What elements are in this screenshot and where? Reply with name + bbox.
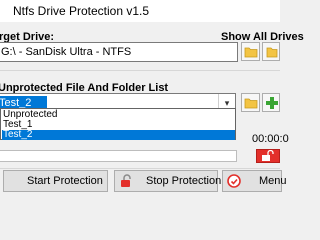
dropdown-option-test-1[interactable]: Test_1: [2, 120, 235, 130]
open-folder-button[interactable]: [241, 42, 260, 61]
add-item-button[interactable]: [262, 93, 280, 112]
progress-bar: [0, 150, 237, 162]
plus-icon: [266, 97, 278, 109]
dropdown-option-unprotected[interactable]: Unprotected: [2, 110, 235, 120]
lock-status-button[interactable]: [256, 149, 280, 163]
refresh-icon: [266, 47, 278, 58]
menu-button[interactable]: Menu: [222, 170, 287, 192]
timer-display: 00:00:0: [252, 133, 289, 145]
window-title: Ntfs Drive Protection v1.5: [13, 4, 150, 18]
target-drive-select[interactable]: G:\ - SanDisk Ultra - NTFS: [0, 42, 238, 62]
chevron-down-icon[interactable]: ▾: [218, 94, 235, 109]
unprotected-dropdown-list: Unprotected Test_1 Test_2: [0, 108, 236, 140]
browse-folder-button[interactable]: [241, 93, 260, 112]
dropdown-option-test-2[interactable]: Test_2: [2, 130, 235, 140]
start-protection-label: Start Protection: [27, 175, 103, 187]
unlock-icon: [262, 150, 274, 161]
divider: [0, 168, 280, 169]
start-protection-button[interactable]: Start Protection: [3, 170, 108, 192]
refresh-button[interactable]: [262, 42, 280, 61]
divider: [0, 70, 280, 71]
title-bar: Ntfs Drive Protection v1.5: [0, 0, 280, 22]
menu-icon: [227, 174, 241, 188]
folder-icon: [244, 47, 258, 58]
stop-protection-button[interactable]: Stop Protection: [114, 170, 222, 192]
menu-label: Menu: [259, 175, 287, 187]
target-drive-value: G:\ - SanDisk Ultra - NTFS: [1, 46, 132, 58]
stop-protection-label: Stop Protection: [146, 175, 222, 187]
unlock-icon: [121, 174, 131, 187]
folder-icon: [244, 98, 258, 109]
